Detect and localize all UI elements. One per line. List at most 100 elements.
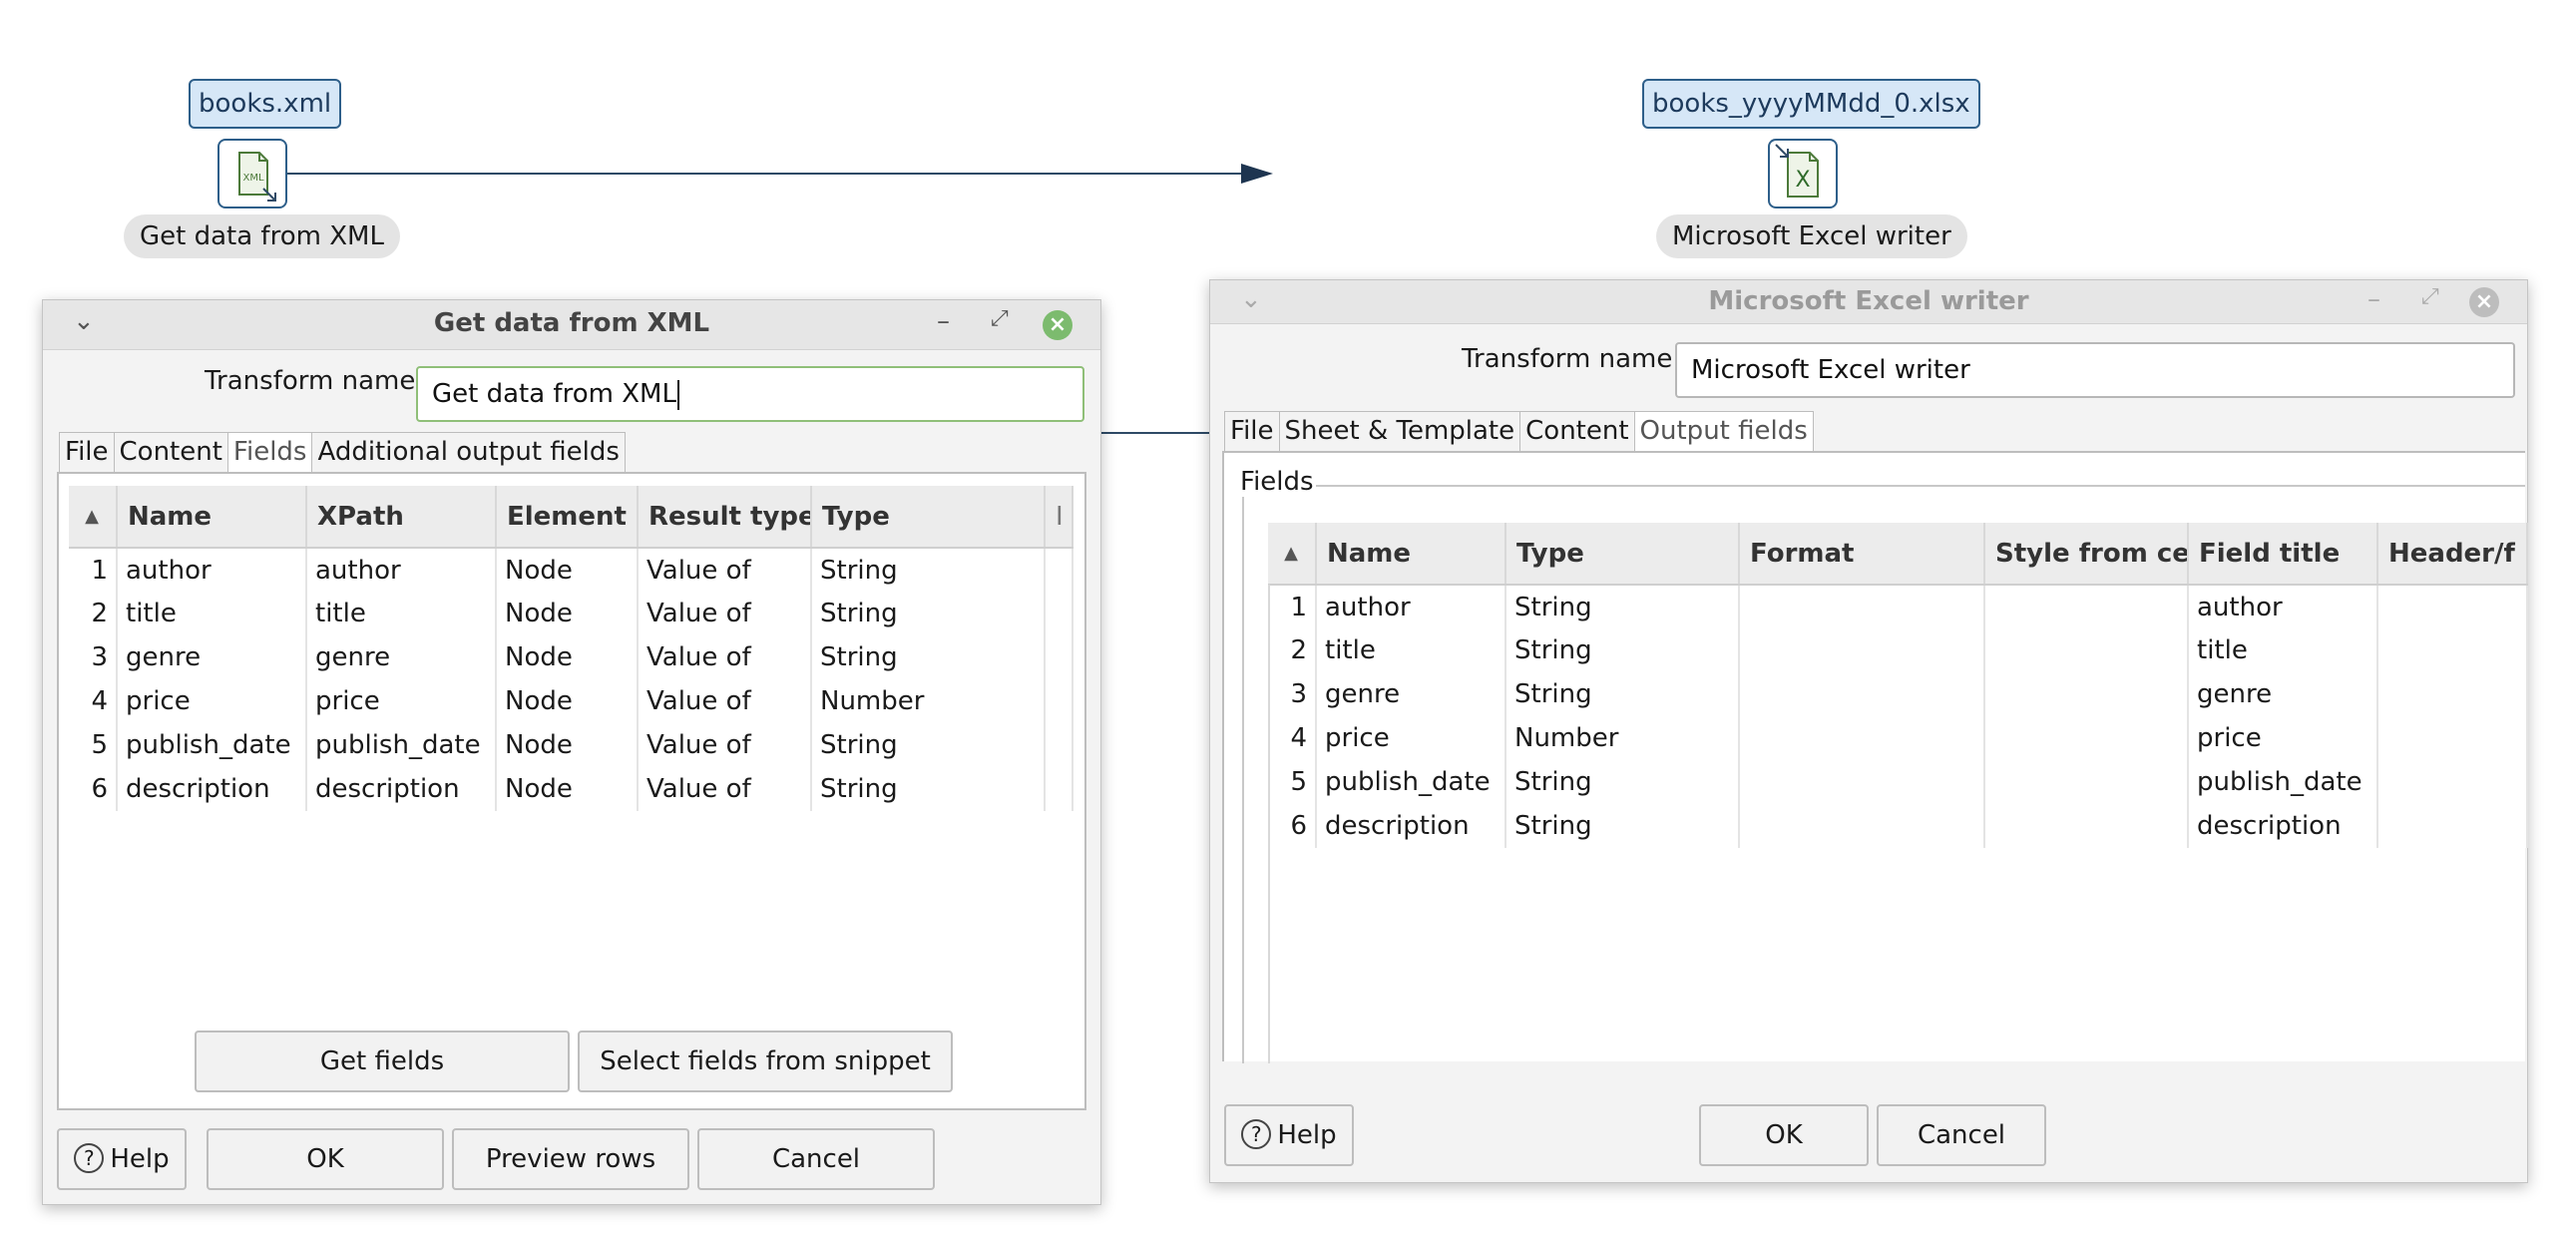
col-type[interactable]: Type [1505, 523, 1740, 586]
cell-extra[interactable] [1045, 723, 1073, 767]
tab-file[interactable]: File [1224, 411, 1280, 453]
col-header-footer[interactable]: Header/f [2377, 523, 2528, 586]
maximize-icon[interactable]: ⤢ [991, 306, 1009, 331]
cancel-button[interactable]: Cancel [1877, 1104, 2046, 1166]
cell-extra[interactable] [1045, 635, 1073, 679]
table-row[interactable]: 6 description String description [1268, 804, 2528, 848]
cell-type[interactable]: Number [811, 679, 1046, 723]
cell-name[interactable]: genre [117, 635, 307, 679]
cell-name[interactable]: description [1316, 804, 1506, 848]
cell-result-type[interactable]: Value of [638, 635, 812, 679]
help-button[interactable]: ? Help [57, 1128, 187, 1190]
table-row[interactable]: 1 author author Node Value of String [69, 548, 1073, 592]
minimize-icon[interactable]: – [937, 306, 950, 336]
cell-field-title[interactable]: description [2188, 804, 2378, 848]
cell-format[interactable] [1739, 672, 1985, 716]
source-step-caption[interactable]: Get data from XML [124, 214, 400, 258]
cell-format[interactable] [1739, 628, 1985, 672]
table-row[interactable]: 6 description description Node Value of Strin… [69, 767, 1073, 811]
tab-content[interactable]: Content [1519, 411, 1635, 453]
transform-name-input[interactable]: Microsoft Excel writer [1675, 342, 2515, 398]
cell-style[interactable] [1984, 628, 2189, 672]
col-xpath[interactable]: XPath [306, 486, 497, 549]
cell-type[interactable]: String [1505, 672, 1740, 716]
cell-type[interactable]: Number [1505, 716, 1740, 760]
cell-type[interactable]: String [811, 635, 1046, 679]
cell-extra[interactable] [1045, 767, 1073, 811]
tab-sheet-and-template[interactable]: Sheet & Template [1278, 411, 1521, 453]
cell-xpath[interactable]: genre [306, 635, 497, 679]
preview-rows-button[interactable]: Preview rows [452, 1128, 689, 1190]
maximize-icon[interactable]: ⤢ [2421, 284, 2439, 309]
cell-result-type[interactable]: Value of [638, 767, 812, 811]
col-field-title[interactable]: Field title [2188, 523, 2378, 586]
cell-type[interactable]: String [1505, 628, 1740, 672]
table-row[interactable]: 5 publish_date String publish_date [1268, 760, 2528, 804]
cell-name[interactable]: author [117, 548, 307, 592]
cell-header-footer[interactable] [2377, 760, 2528, 804]
sort-arrow-icon[interactable]: ▲ [69, 486, 118, 549]
cell-format[interactable] [1739, 585, 1985, 628]
tab-file[interactable]: File [59, 432, 115, 474]
excel-output-step[interactable]: X [1768, 139, 1838, 208]
xml-input-step[interactable]: XML [217, 139, 287, 208]
cell-element[interactable]: Node [496, 767, 639, 811]
cell-name[interactable]: price [1316, 716, 1506, 760]
cell-style[interactable] [1984, 804, 2189, 848]
cell-style[interactable] [1984, 585, 2189, 628]
target-file-label[interactable]: books_yyyyMMdd_0.xlsx [1642, 79, 1980, 129]
cell-header-footer[interactable] [2377, 804, 2528, 848]
cell-name[interactable]: title [1316, 628, 1506, 672]
cell-xpath[interactable]: price [306, 679, 497, 723]
cell-result-type[interactable]: Value of [638, 548, 812, 592]
cell-header-footer[interactable] [2377, 628, 2528, 672]
table-row[interactable]: 2 title String title [1268, 628, 2528, 672]
cell-field-title[interactable]: title [2188, 628, 2378, 672]
help-button[interactable]: ? Help [1224, 1104, 1354, 1166]
cell-element[interactable]: Node [496, 548, 639, 592]
cell-name[interactable]: price [117, 679, 307, 723]
cell-xpath[interactable]: publish_date [306, 723, 497, 767]
col-type[interactable]: Type [811, 486, 1046, 549]
tab-fields[interactable]: Fields [226, 432, 313, 474]
cell-type[interactable]: String [1505, 804, 1740, 848]
cell-result-type[interactable]: Value of [638, 723, 812, 767]
ok-button[interactable]: OK [207, 1128, 444, 1190]
col-name[interactable]: Name [117, 486, 307, 549]
select-fields-from-snippet-button[interactable]: Select fields from snippet [578, 1030, 953, 1092]
cell-header-footer[interactable] [2377, 585, 2528, 628]
cell-extra[interactable] [1045, 679, 1073, 723]
cell-type[interactable]: String [1505, 585, 1740, 628]
cell-field-title[interactable]: price [2188, 716, 2378, 760]
cell-type[interactable]: String [1505, 760, 1740, 804]
cell-type[interactable]: String [811, 723, 1046, 767]
cell-extra[interactable] [1045, 548, 1073, 592]
cell-type[interactable]: String [811, 767, 1046, 811]
sort-arrow-icon[interactable]: ▲ [1268, 523, 1317, 586]
cell-name[interactable]: title [117, 592, 307, 635]
cell-extra[interactable] [1045, 592, 1073, 635]
minimize-icon[interactable]: – [2367, 284, 2380, 314]
cell-result-type[interactable]: Value of [638, 679, 812, 723]
cell-element[interactable]: Node [496, 679, 639, 723]
table-row[interactable]: 1 author String author [1268, 585, 2528, 628]
cell-name[interactable]: publish_date [1316, 760, 1506, 804]
table-row[interactable]: 3 genre genre Node Value of String [69, 635, 1073, 679]
cell-style[interactable] [1984, 672, 2189, 716]
cell-format[interactable] [1739, 804, 1985, 848]
tab-content[interactable]: Content [113, 432, 228, 474]
tab-output-fields[interactable]: Output fields [1633, 411, 1814, 453]
cell-element[interactable]: Node [496, 592, 639, 635]
cell-element[interactable]: Node [496, 723, 639, 767]
cell-name[interactable]: description [117, 767, 307, 811]
cell-name[interactable]: genre [1316, 672, 1506, 716]
cell-format[interactable] [1739, 760, 1985, 804]
table-row[interactable]: 5 publish_date publish_date Node Value of Str… [69, 723, 1073, 767]
table-row[interactable]: 3 genre String genre [1268, 672, 2528, 716]
close-icon[interactable]: × [2469, 287, 2499, 317]
ok-button[interactable]: OK [1699, 1104, 1869, 1166]
cell-type[interactable]: String [811, 592, 1046, 635]
cell-field-title[interactable]: publish_date [2188, 760, 2378, 804]
col-element[interactable]: Element [496, 486, 639, 549]
table-row[interactable]: 4 price Number price [1268, 716, 2528, 760]
